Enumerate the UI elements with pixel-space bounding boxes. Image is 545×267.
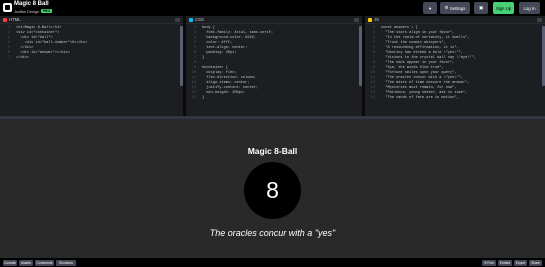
console-button[interactable]: Console [3, 259, 17, 266]
js-pane-header[interactable]: JS [365, 16, 545, 24]
assets-button[interactable]: Assets [19, 259, 33, 266]
code-text: "Fortune smiles upon your query", [381, 71, 457, 75]
code-text: text-align: center; [202, 46, 248, 50]
code-text: align-items: center; [202, 81, 250, 85]
css-pane-label: CSS [195, 17, 204, 22]
line-number: 15 [191, 96, 196, 100]
code-text: "The mists of time obscure the answer", [381, 81, 470, 85]
code-line[interactable]: 15} [186, 96, 362, 101]
code-text: <h1>Magic 8-Ball</h1> [16, 26, 62, 30]
html-settings-icon[interactable] [175, 17, 180, 22]
code-text: font-family: Arial, sans-serif; [202, 31, 274, 35]
ball-number: 8 [258, 176, 287, 205]
code-line[interactable]: 15 "The sands of fate are in motion", [365, 96, 545, 101]
code-text: <div id="answer"></div> [16, 51, 70, 55]
code-text: padding: 20px; [202, 51, 237, 55]
code-text: } [202, 96, 205, 100]
code-text: "Destiny has etched a bold \"yes\"", [381, 51, 463, 55]
css-code[interactable]: 1 body {2 font-family: Arial, sans-serif;… [186, 24, 362, 114]
code-text: "Visions in the crystal ball say \"aye\"… [381, 56, 476, 60]
html-code[interactable]: 1 <h1>Magic 8-Ball</h1> 2 <div id="containe… [0, 24, 183, 114]
code-text: "Mysteries must remain, for now", [381, 86, 457, 90]
line-number: 15 [370, 96, 375, 100]
shortcuts-button[interactable]: Shortcuts [56, 259, 76, 266]
code-text: "Trust the cosmic whispers", [381, 41, 446, 45]
html-editor[interactable]: HTML 1 <h1>Magic 8-Ball</h1> 2 <div id="con… [0, 16, 186, 116]
preview-heading: Magic 8-Ball [247, 146, 298, 156]
change-view-button[interactable]: ▣ [474, 2, 488, 14]
code-text: min-height: 200px; [202, 91, 246, 95]
code-text: "The stars align in your favor", [381, 31, 455, 35]
code-text: </div> [16, 46, 34, 50]
pen-author: Juditta Design PRO [14, 9, 52, 14]
html-pane-label: HTML [9, 17, 21, 22]
settings-label: Settings [449, 5, 466, 11]
code-text: background-color: #222; [202, 36, 256, 40]
magic-8-ball[interactable]: 8 [244, 162, 301, 219]
code-text: "Aye, the winds blow true", [381, 66, 444, 70]
code-text: body { [202, 26, 215, 30]
html-scrollbar[interactable] [180, 26, 183, 86]
code-text: <div id="ball-number">8</div> [16, 41, 88, 45]
login-button[interactable]: Log In [519, 2, 540, 14]
code-text: } [202, 56, 205, 60]
layout-icon: ▣ [478, 5, 484, 10]
html-pane-header[interactable]: HTML [0, 16, 183, 24]
code-text: #container { [202, 66, 228, 70]
css-pane-header[interactable]: CSS [186, 16, 362, 24]
fork-button[interactable]: ⟲ Fork [482, 259, 496, 266]
code-text: color: #fff; [202, 41, 233, 45]
code-text: "The oracles concur with a \"yes\"", [381, 76, 463, 80]
code-text: "In the realm of certainty, it dwells", [381, 36, 470, 40]
settings-button[interactable]: ⚙ Settings [440, 2, 470, 14]
share-button[interactable]: Share [529, 259, 542, 266]
js-settings-icon[interactable] [537, 17, 542, 22]
code-text: </div> [16, 56, 29, 60]
line-number: 7 [7, 56, 10, 60]
css-editor[interactable]: CSS 1 body {2 font-family: Arial, sans-se… [186, 16, 365, 116]
code-text: justify-content: center; [202, 86, 259, 90]
code-text: "The odds appear in your favor", [381, 61, 455, 65]
comments-button[interactable]: Comments [35, 259, 54, 266]
signup-button[interactable]: Sign Up [493, 2, 514, 14]
css-settings-icon[interactable] [354, 17, 359, 22]
js-editor[interactable]: JS 1 const answers = [2 "The stars align … [365, 16, 545, 116]
bottom-bar: Console Assets Comments Shortcuts ⟲ Fork… [0, 258, 545, 267]
js-code[interactable]: 1 const answers = [2 "The stars align in … [365, 24, 545, 114]
css-icon [189, 17, 193, 22]
js-pane-label: JS [374, 17, 380, 22]
codepen-logo-icon[interactable] [3, 3, 12, 12]
gear-icon: ⚙ [444, 5, 449, 10]
pro-badge: PRO [41, 9, 52, 14]
top-bar: Magic 8 Ball Juditta Design PRO ♥ ⚙ Settin… [0, 0, 545, 16]
code-line[interactable]: 7 </div> [0, 56, 183, 61]
code-text: <div id="ball"> [16, 36, 53, 40]
html-icon [3, 17, 7, 22]
js-icon [368, 17, 372, 22]
pen-title[interactable]: Magic 8 Ball [14, 1, 49, 7]
css-scrollbar[interactable] [359, 26, 362, 86]
code-text: <div id="container"> [16, 31, 60, 35]
embed-button[interactable]: Embed [498, 259, 512, 266]
heart-icon: ♥ [428, 5, 432, 11]
code-text: "A resounding affirmation, it is", [381, 46, 459, 50]
code-text: const answers = [ [381, 26, 418, 30]
answer-text: The oracles concur with a "yes" [209, 228, 336, 238]
code-text: flex-direction: column; [202, 76, 256, 80]
code-text: display: flex; [202, 71, 237, 75]
author-name[interactable]: Juditta Design [14, 9, 39, 14]
export-button[interactable]: Export [514, 259, 527, 266]
result-preview: Magic 8-Ball 8 The oracles concur with a… [0, 119, 545, 258]
editor-area: HTML 1 <h1>Magic 8-Ball</h1> 2 <div id="con… [0, 16, 545, 116]
heart-button[interactable]: ♥ [423, 2, 437, 14]
code-text: "The sands of fate are in motion", [381, 96, 459, 100]
code-text: "Patience, young seeker, ask in time", [381, 91, 468, 95]
